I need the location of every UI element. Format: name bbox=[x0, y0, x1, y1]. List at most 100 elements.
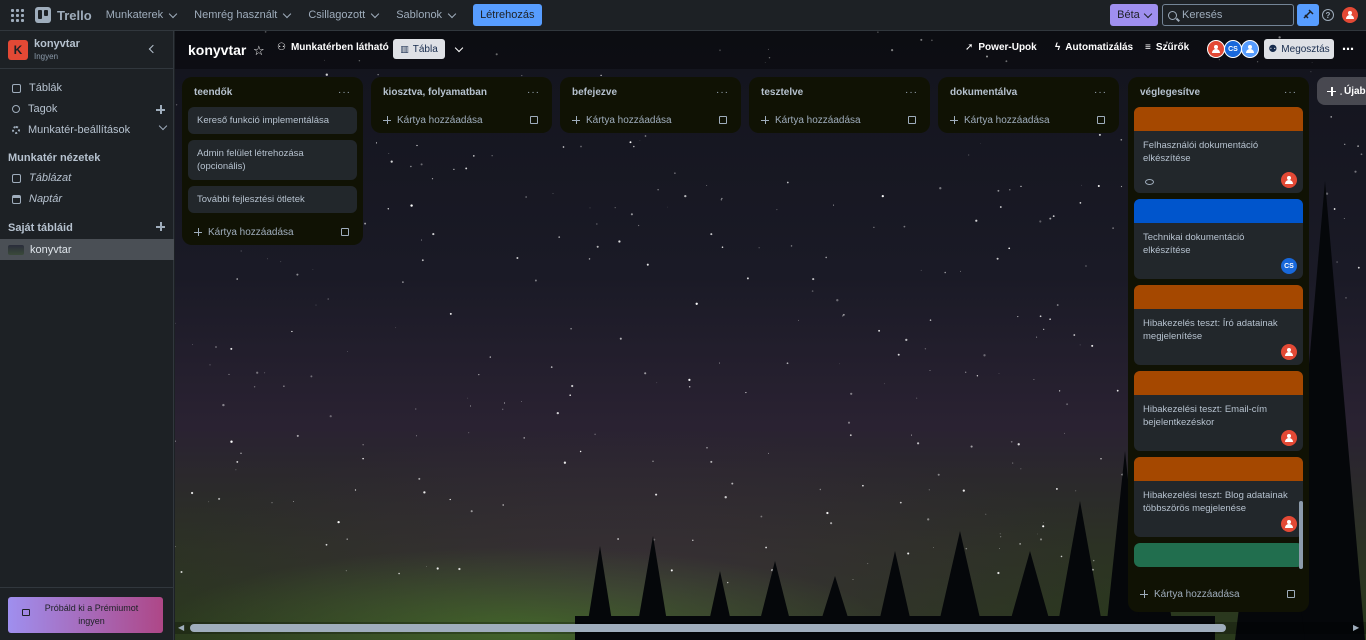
app-switcher-icon[interactable] bbox=[11, 7, 27, 23]
board-icon bbox=[12, 83, 21, 93]
add-card-button[interactable]: Kártya hozzáadása bbox=[1134, 581, 1303, 607]
member-avatar[interactable] bbox=[1281, 172, 1297, 188]
list-kiosztva: kiosztva, folyamatban ··· Kártya hozzáad… bbox=[371, 77, 552, 133]
megaphone-icon bbox=[1303, 9, 1314, 19]
search-box[interactable] bbox=[1162, 4, 1294, 26]
add-card-label: Kártya hozzáadása bbox=[208, 226, 294, 238]
sidebar: K konyvtar Ingyen Táblák Tagok Munkatér-… bbox=[0, 31, 174, 640]
scroll-right-icon[interactable]: ▶ bbox=[1353, 623, 1359, 632]
menu-recent[interactable]: Nemrég használt bbox=[194, 9, 292, 21]
list-menu-icon[interactable]: ··· bbox=[905, 87, 918, 98]
card-template-icon[interactable] bbox=[1097, 116, 1105, 124]
card-template-icon[interactable] bbox=[530, 116, 538, 124]
more-options-icon[interactable]: ⋯ bbox=[1342, 42, 1354, 56]
list-title[interactable]: véglegesítve bbox=[1140, 87, 1200, 98]
member-avatar[interactable] bbox=[1281, 344, 1297, 360]
card-template-icon[interactable] bbox=[719, 116, 727, 124]
list-menu-icon[interactable]: ··· bbox=[1284, 87, 1297, 98]
workspace-logo[interactable]: K bbox=[8, 39, 28, 60]
sidebar-board-konyvtar[interactable]: konyvtar bbox=[0, 239, 174, 260]
add-card-button[interactable]: Kártya hozzáadása bbox=[377, 107, 546, 133]
list-title[interactable]: tesztelve bbox=[761, 87, 803, 98]
add-card-button[interactable]: Kártya hozzáadása bbox=[566, 107, 735, 133]
sidebar-item-settings[interactable]: Munkatér-beállítások bbox=[0, 120, 174, 140]
list-menu-icon[interactable]: ··· bbox=[338, 87, 351, 98]
menu-starred[interactable]: Csillagozott bbox=[308, 9, 380, 21]
add-card-button[interactable]: Kártya hozzáadása bbox=[944, 107, 1113, 133]
view-tab-board[interactable]: ▥ Tábla bbox=[393, 39, 445, 59]
card[interactable] bbox=[1134, 543, 1303, 567]
add-board-icon[interactable] bbox=[156, 222, 165, 231]
sidebar-item-members[interactable]: Tagok bbox=[0, 99, 174, 119]
list-menu-icon[interactable]: ··· bbox=[716, 87, 729, 98]
member-avatar[interactable] bbox=[1281, 516, 1297, 532]
card[interactable]: Admin felület létrehozása (opcionális) bbox=[188, 140, 357, 180]
horizontal-scrollbar[interactable] bbox=[190, 624, 1226, 632]
visibility-button[interactable]: ⚇ Munkatérben látható bbox=[277, 42, 389, 53]
beta-label: Béta bbox=[1117, 9, 1140, 21]
member-avatar-cs[interactable]: CS bbox=[1281, 258, 1297, 274]
add-card-label: Kártya hozzáadása bbox=[1154, 588, 1240, 600]
add-card-label: Kártya hozzáadása bbox=[964, 114, 1050, 126]
search-input[interactable] bbox=[1182, 9, 1292, 21]
card[interactable]: Hibakezelés teszt: Író adatainak megjele… bbox=[1134, 285, 1303, 365]
card[interactable]: Kereső funkció implementálása bbox=[188, 107, 357, 134]
list-header: befejezve ··· bbox=[566, 77, 735, 107]
star-icon[interactable]: ☆ bbox=[253, 43, 265, 59]
scroll-left-icon[interactable]: ◀ bbox=[178, 623, 184, 632]
member-avatar[interactable] bbox=[1281, 430, 1297, 446]
list-title[interactable]: kiosztva, folyamatban bbox=[383, 87, 487, 98]
trello-logo[interactable]: Trello bbox=[35, 7, 92, 23]
list-menu-icon[interactable]: ··· bbox=[1094, 87, 1107, 98]
gift-icon bbox=[22, 609, 30, 616]
card[interactable]: Hibakezelési teszt: Email-cím bejelentke… bbox=[1134, 371, 1303, 451]
member-avatar[interactable] bbox=[1207, 40, 1225, 58]
list-tesztelve: tesztelve ··· Kártya hozzáadása bbox=[749, 77, 930, 133]
sidebar-item-label: Tagok bbox=[28, 103, 58, 115]
share-button[interactable]: ⚉ Megosztás bbox=[1264, 39, 1334, 59]
list-title[interactable]: teendők bbox=[194, 87, 232, 98]
workspace-name[interactable]: konyvtar bbox=[34, 38, 80, 50]
power-ups-button[interactable]: ➚ Power-Upok bbox=[965, 42, 1037, 53]
card-template-icon[interactable] bbox=[1287, 590, 1295, 598]
card-template-icon[interactable] bbox=[908, 116, 916, 124]
add-list-button[interactable]: Újabb bbox=[1317, 77, 1366, 105]
card[interactable]: További fejlesztési ötletek bbox=[188, 186, 357, 213]
sidebar-item-boards[interactable]: Táblák bbox=[0, 78, 174, 98]
member-avatar-cs[interactable]: CS bbox=[1224, 40, 1242, 58]
list-cards-scroll[interactable]: Felhasználói dokumentáció elkészítése Te… bbox=[1134, 107, 1303, 575]
automation-button[interactable]: ϟ Automatizálás bbox=[1055, 42, 1133, 53]
list-scrollbar[interactable] bbox=[1299, 501, 1303, 569]
menu-workspaces[interactable]: Munkaterek bbox=[106, 9, 178, 21]
list-title[interactable]: befejezve bbox=[572, 87, 617, 98]
sidebar-item-calendar[interactable]: Naptár bbox=[0, 189, 174, 209]
add-card-button[interactable]: Kártya hozzáadása bbox=[188, 219, 357, 245]
card[interactable]: Felhasználói dokumentáció elkészítése bbox=[1134, 107, 1303, 193]
account-avatar[interactable] bbox=[1342, 7, 1358, 23]
plus-icon bbox=[1327, 86, 1336, 96]
filters-label: Szűrők bbox=[1155, 42, 1190, 53]
member-avatar[interactable] bbox=[1241, 40, 1259, 58]
create-button[interactable]: Létrehozás bbox=[473, 4, 542, 26]
sidebar-board-label: konyvtar bbox=[30, 243, 72, 256]
chevron-down-icon[interactable] bbox=[454, 43, 464, 53]
notifications-button[interactable] bbox=[1297, 4, 1319, 26]
add-member-icon[interactable] bbox=[156, 105, 165, 114]
collapse-sidebar-icon[interactable] bbox=[148, 44, 158, 54]
board-title[interactable]: konyvtar bbox=[188, 42, 246, 58]
beta-button[interactable]: Béta bbox=[1110, 4, 1158, 26]
filters-button[interactable]: ≡ Szűrők bbox=[1145, 42, 1189, 53]
list-menu-icon[interactable]: ··· bbox=[527, 87, 540, 98]
card-template-icon[interactable] bbox=[341, 228, 349, 236]
sidebar-item-label: Táblák bbox=[29, 82, 63, 94]
card[interactable]: Technikai dokumentáció elkészítése CS bbox=[1134, 199, 1303, 279]
gear-icon bbox=[12, 126, 20, 134]
chevron-down-icon bbox=[283, 9, 292, 18]
menu-templates[interactable]: Sablonok bbox=[396, 9, 457, 21]
card[interactable]: Hibakezelési teszt: Blog adatainak többs… bbox=[1134, 457, 1303, 537]
premium-trial-button[interactable]: Próbáld ki a Prémiumot ingyen bbox=[8, 597, 163, 633]
add-card-button[interactable]: Kártya hozzáadása bbox=[755, 107, 924, 133]
help-icon[interactable]: ? bbox=[1322, 9, 1334, 21]
sidebar-item-table[interactable]: Táblázat bbox=[0, 168, 174, 188]
list-title[interactable]: dokumentálva bbox=[950, 87, 1017, 98]
